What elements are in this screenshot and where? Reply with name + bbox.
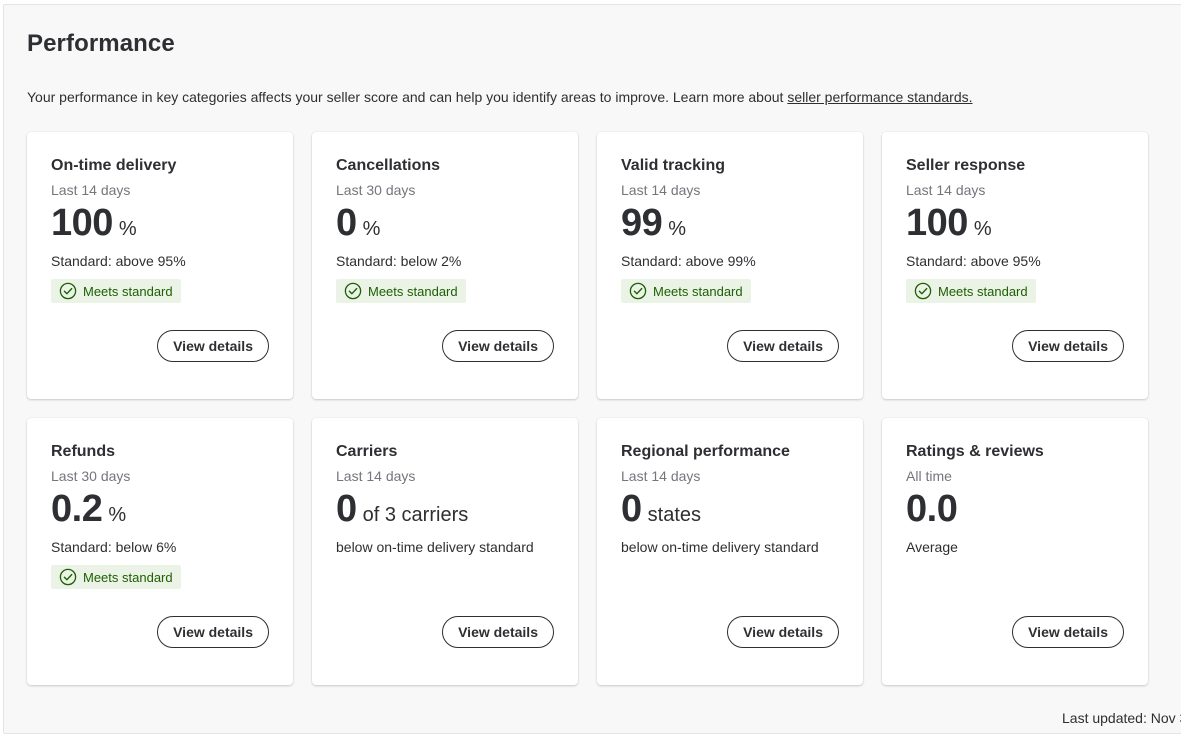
card-description: Standard: above 99% xyxy=(621,253,756,269)
card-description: Standard: below 2% xyxy=(336,253,462,269)
card-title: Cancellations xyxy=(336,157,441,174)
view-details-button[interactable]: View details xyxy=(442,616,554,648)
metric-value: 0.2 xyxy=(51,488,103,530)
status-badge-label: Meets standard xyxy=(653,283,743,299)
card-period: Last 14 days xyxy=(51,182,131,198)
card-title: Carriers xyxy=(336,443,398,460)
card-description: below on-time delivery standard xyxy=(621,539,819,555)
metric-card-valid-tracking: Valid tracking Last 14 days 99% Standard: a… xyxy=(597,132,863,399)
metric-value: 100 xyxy=(906,202,968,244)
metric-card-on-time-delivery: On-time delivery Last 14 days 100% Standard… xyxy=(27,132,293,399)
metric-unit: % xyxy=(108,504,127,526)
card-title: Refunds xyxy=(51,443,115,460)
status-badge-label: Meets standard xyxy=(83,283,173,299)
card-period: Last 14 days xyxy=(906,182,986,198)
metric-unit: states xyxy=(647,504,701,526)
view-details-button[interactable]: View details xyxy=(1012,616,1124,648)
card-description: Average xyxy=(906,539,958,555)
card-description: Standard: above 95% xyxy=(51,253,186,269)
page-title: Performance xyxy=(27,30,175,57)
card-period: Last 14 days xyxy=(336,468,416,484)
status-badge-label: Meets standard xyxy=(368,283,458,299)
metric-value: 0.0 xyxy=(906,488,958,530)
card-title: Seller response xyxy=(906,157,1026,174)
card-metric: 100% xyxy=(906,202,992,245)
metric-value: 99 xyxy=(621,202,663,244)
card-title: On-time delivery xyxy=(51,157,177,174)
card-title: Valid tracking xyxy=(621,157,726,174)
status-badge: Meets standard xyxy=(621,279,751,303)
card-description: Standard: below 6% xyxy=(51,539,177,555)
card-description: below on-time delivery standard xyxy=(336,539,534,555)
seller-performance-standards-link[interactable]: seller performance standards. xyxy=(787,89,972,105)
metric-value: 0 xyxy=(336,488,357,530)
card-period: Last 14 days xyxy=(621,182,701,198)
status-badge: Meets standard xyxy=(51,279,181,303)
metric-value: 0 xyxy=(621,488,642,530)
view-details-button[interactable]: View details xyxy=(157,616,269,648)
status-badge-label: Meets standard xyxy=(83,569,173,585)
status-badge: Meets standard xyxy=(51,565,181,589)
card-metric: 0% xyxy=(336,202,380,245)
metric-value: 100 xyxy=(51,202,113,244)
view-details-button[interactable]: View details xyxy=(727,616,839,648)
metric-value: 0 xyxy=(336,202,357,244)
last-updated: Last updated: Nov 3 xyxy=(1062,710,1181,726)
card-period: Last 14 days xyxy=(621,468,701,484)
status-badge: Meets standard xyxy=(336,279,466,303)
view-details-button[interactable]: View details xyxy=(157,330,269,362)
view-details-button[interactable]: View details xyxy=(1012,330,1124,362)
check-circle-icon xyxy=(59,282,77,300)
card-metric: 0 states xyxy=(621,488,701,531)
card-period: Last 30 days xyxy=(336,182,416,198)
check-circle-icon xyxy=(914,282,932,300)
status-badge: Meets standard xyxy=(906,279,1036,303)
card-metric: 0.2% xyxy=(51,488,126,531)
intro-text: Your performance in key categories affec… xyxy=(27,89,973,105)
metric-unit: % xyxy=(118,218,137,240)
card-metric: 99% xyxy=(621,202,686,245)
metric-card-carriers: Carriers Last 14 days 0 of 3 carriers below … xyxy=(312,418,578,685)
card-title: Ratings & reviews xyxy=(906,443,1044,460)
metric-unit: % xyxy=(362,218,381,240)
card-description: Standard: above 95% xyxy=(906,253,1041,269)
check-circle-icon xyxy=(344,282,362,300)
card-metric: 0.0 xyxy=(906,488,958,531)
metric-unit: of 3 carriers xyxy=(362,504,469,526)
view-details-button[interactable]: View details xyxy=(442,330,554,362)
check-circle-icon xyxy=(59,568,77,586)
status-badge-label: Meets standard xyxy=(938,283,1028,299)
metric-card-seller-response: Seller response Last 14 days 100% Standard:… xyxy=(882,132,1148,399)
metric-unit: % xyxy=(668,218,687,240)
metric-card-ratings-and-reviews: Ratings & reviews All time 0.0 Average View … xyxy=(882,418,1148,685)
card-title: Regional performance xyxy=(621,443,790,460)
metric-unit: % xyxy=(973,218,992,240)
check-circle-icon xyxy=(629,282,647,300)
metric-card-regional-performance: Regional performance Last 14 days 0 states b… xyxy=(597,418,863,685)
view-details-button[interactable]: View details xyxy=(727,330,839,362)
metric-card-cancellations: Cancellations Last 30 days 0% Standard: bel… xyxy=(312,132,578,399)
card-period: All time xyxy=(906,468,952,484)
intro-description: Your performance in key categories affec… xyxy=(27,89,788,105)
card-metric: 100% xyxy=(51,202,137,245)
metric-card-refunds: Refunds Last 30 days 0.2% Standard: below 6… xyxy=(27,418,293,685)
card-period: Last 30 days xyxy=(51,468,131,484)
card-metric: 0 of 3 carriers xyxy=(336,488,468,531)
